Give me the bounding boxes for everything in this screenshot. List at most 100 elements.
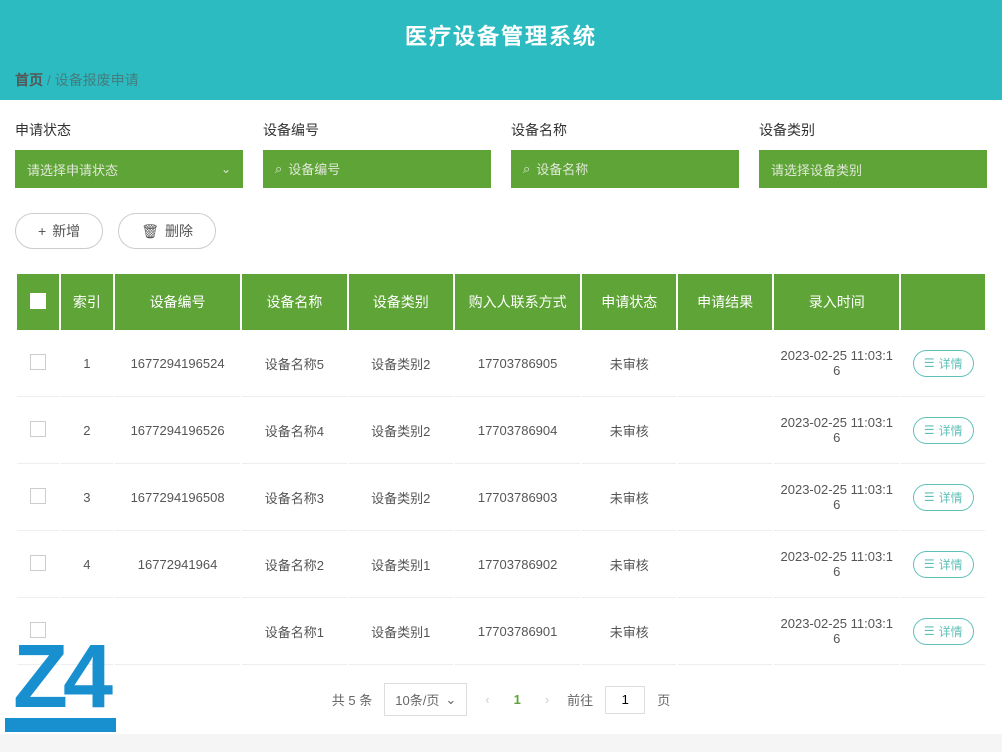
- chevron-down-icon: ⌄: [445, 692, 456, 708]
- plus-icon: +: [38, 223, 46, 239]
- select-all-checkbox[interactable]: [30, 293, 46, 309]
- search-icon: ⌕: [275, 161, 282, 177]
- row-checkbox[interactable]: [30, 622, 46, 638]
- cell-status: 未审核: [582, 598, 676, 665]
- filter-name-group: 设备名称 ⌕: [511, 120, 739, 188]
- cell-status: 未审核: [582, 464, 676, 531]
- chevron-down-icon: ⌄: [221, 162, 231, 176]
- header-checkbox-cell: [17, 274, 59, 330]
- cell-cat: 设备类别2: [349, 397, 453, 464]
- header-time: 录入时间: [774, 274, 899, 330]
- header-status: 申请状态: [582, 274, 676, 330]
- cell-code: 1677294196526: [115, 397, 240, 464]
- filter-cat-select[interactable]: 请选择设备类别: [759, 150, 987, 188]
- cell-time: 2023-02-25 11:03:16: [774, 531, 899, 598]
- page-jump-input[interactable]: [605, 686, 645, 714]
- header-name: 设备名称: [242, 274, 346, 330]
- app-header: 医疗设备管理系统: [0, 0, 1002, 70]
- filter-status-label: 申请状态: [15, 120, 243, 140]
- list-icon: ☰: [924, 356, 935, 370]
- cell-phone: 17703786904: [455, 397, 580, 464]
- row-checkbox[interactable]: [30, 421, 46, 437]
- cell-phone: 17703786902: [455, 531, 580, 598]
- cell-name: 设备名称2: [242, 531, 346, 598]
- filter-cat-label: 设备类别: [759, 120, 987, 140]
- header-result: 申请结果: [678, 274, 772, 330]
- filter-name-label: 设备名称: [511, 120, 739, 140]
- pagination-total: 共 5 条: [332, 690, 372, 709]
- cell-result: [678, 330, 772, 397]
- delete-button-label: 删除: [165, 221, 193, 241]
- cell-idx: 4: [61, 531, 113, 598]
- cell-phone: 17703786903: [455, 464, 580, 531]
- cell-idx: [61, 598, 113, 665]
- page-prev[interactable]: ‹: [479, 692, 495, 707]
- header-code: 设备编号: [115, 274, 240, 330]
- cell-code: 1677294196508: [115, 464, 240, 531]
- cell-idx: 1: [61, 330, 113, 397]
- cell-result: [678, 598, 772, 665]
- cell-time: 2023-02-25 11:03:16: [774, 464, 899, 531]
- list-icon: ☰: [924, 624, 935, 638]
- detail-button[interactable]: ☰ 详情: [913, 417, 974, 444]
- breadcrumb-home[interactable]: 首页: [15, 72, 43, 88]
- filter-status-select[interactable]: 请选择申请状态 ⌄: [15, 150, 243, 188]
- table-row: 416772941964设备名称2设备类别117703786902未审核2023…: [17, 531, 985, 598]
- filter-name-wrap: ⌕: [511, 150, 739, 188]
- filter-code-label: 设备编号: [263, 120, 491, 140]
- header-idx: 索引: [61, 274, 113, 330]
- pagination: 共 5 条 10条/页 ⌄ ‹ 1 › 前往 页: [15, 665, 987, 734]
- table-row: 11677294196524设备名称5设备类别217703786905未审核20…: [17, 330, 985, 397]
- filter-bar: 申请状态 请选择申请状态 ⌄ 设备编号 ⌕ 设备名称 ⌕ 设备类别 请选择设备类…: [15, 120, 987, 188]
- cell-cat: 设备类别1: [349, 598, 453, 665]
- cell-idx: 2: [61, 397, 113, 464]
- detail-button[interactable]: ☰ 详情: [913, 350, 974, 377]
- cell-result: [678, 531, 772, 598]
- detail-button[interactable]: ☰ 详情: [913, 618, 974, 645]
- detail-button[interactable]: ☰ 详情: [913, 551, 974, 578]
- page-current[interactable]: 1: [508, 692, 527, 707]
- cell-name: 设备名称5: [242, 330, 346, 397]
- filter-cat-placeholder: 请选择设备类别: [771, 160, 975, 179]
- cell-cat: 设备类别2: [349, 464, 453, 531]
- cell-status: 未审核: [582, 330, 676, 397]
- filter-status-group: 申请状态 请选择申请状态 ⌄: [15, 120, 243, 188]
- page-size-select[interactable]: 10条/页 ⌄: [384, 683, 467, 716]
- main-content: 申请状态 请选择申请状态 ⌄ 设备编号 ⌕ 设备名称 ⌕ 设备类别 请选择设备类…: [0, 100, 1002, 734]
- cell-code: 16772941964: [115, 531, 240, 598]
- table-row: 21677294196526设备名称4设备类别217703786904未审核 20…: [17, 397, 985, 464]
- row-checkbox[interactable]: [30, 488, 46, 504]
- trash-icon: 🗑: [141, 223, 159, 240]
- list-icon: ☰: [924, 490, 935, 504]
- header-phone: 购入人联系方式: [455, 274, 580, 330]
- filter-code-input[interactable]: [288, 162, 479, 177]
- cell-time: 2023-02-25 11:03:16: [774, 397, 899, 464]
- list-icon: ☰: [924, 423, 935, 437]
- page-next[interactable]: ›: [539, 692, 555, 707]
- header-cat: 设备类别: [349, 274, 453, 330]
- row-checkbox[interactable]: [30, 354, 46, 370]
- cell-phone: 17703786905: [455, 330, 580, 397]
- cell-code: 1677294196524: [115, 330, 240, 397]
- filter-code-wrap: ⌕: [263, 150, 491, 188]
- cell-name: 设备名称3: [242, 464, 346, 531]
- cell-status: 未审核: [582, 531, 676, 598]
- filter-cat-group: 设备类别 请选择设备类别: [759, 120, 987, 188]
- breadcrumb-current: 设备报废申请: [55, 72, 139, 88]
- cell-code: [115, 598, 240, 665]
- delete-button[interactable]: 🗑 删除: [118, 213, 216, 249]
- add-button[interactable]: + 新增: [15, 213, 103, 249]
- action-bar: + 新增 🗑 删除: [15, 213, 987, 249]
- breadcrumb-sep: /: [47, 72, 51, 88]
- detail-button[interactable]: ☰ 详情: [913, 484, 974, 511]
- row-checkbox[interactable]: [30, 555, 46, 571]
- filter-name-input[interactable]: [536, 162, 727, 177]
- cell-result: [678, 397, 772, 464]
- cell-result: [678, 464, 772, 531]
- filter-code-group: 设备编号 ⌕: [263, 120, 491, 188]
- cell-name: 设备名称4: [242, 397, 346, 464]
- cell-phone: 17703786901: [455, 598, 580, 665]
- page-jump-prefix: 前往: [567, 690, 593, 709]
- table-row: 31677294196508设备名称3设备类别217703786903未审核20…: [17, 464, 985, 531]
- cell-status: 未审核: [582, 397, 676, 464]
